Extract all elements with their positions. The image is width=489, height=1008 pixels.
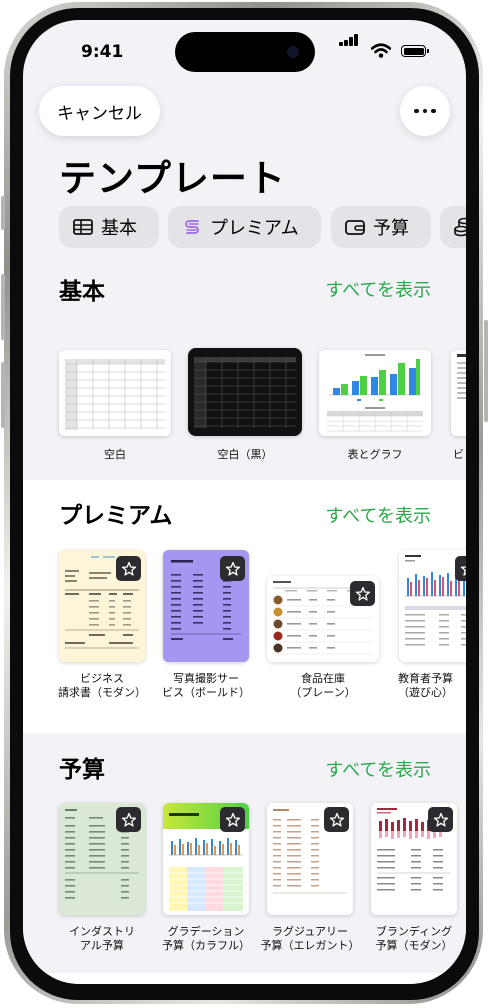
template-blank[interactable] (59, 350, 171, 436)
see-all-premium-link[interactable]: すべてを表示 (325, 502, 431, 528)
table-icon (73, 219, 93, 235)
chip-label: 予算 (373, 218, 409, 239)
section-footer (23, 973, 466, 984)
status-bar: 9:41 (23, 20, 466, 78)
page-title: テンプレート (59, 158, 286, 199)
screen: 9:41 キャンセル テンプレート 基本 プレミアム 予算 基本 すべてを表示 … (23, 20, 466, 984)
coins-icon (454, 217, 466, 237)
chip-premium[interactable]: プレミアム (168, 206, 321, 248)
template-label: ラグジュアリー 予算（エレガント） (260, 925, 360, 952)
template-label: ビ (453, 448, 464, 461)
template-blank-dark[interactable] (188, 348, 302, 436)
premium-badge-icon (455, 556, 466, 581)
see-all-basic-link[interactable]: すべてを表示 (325, 276, 431, 302)
template-label: グラデーション 予算（カラフル） (162, 925, 250, 952)
template-label: 表とグラフ (347, 448, 403, 461)
premium-icon (185, 220, 199, 234)
template-label: インダストリ アル予算 (69, 925, 135, 952)
section-title-budget: 予算 (59, 757, 105, 783)
battery-icon (401, 45, 429, 57)
see-all-budget-link[interactable]: すべてを表示 (325, 756, 431, 782)
template-label: ビジネス 請求書（モダン） (58, 672, 146, 699)
chip-more-category[interactable] (440, 206, 466, 248)
premium-badge-icon (220, 556, 245, 581)
premium-badge-icon (220, 807, 245, 832)
wallet-icon (345, 220, 365, 235)
cancel-button[interactable]: キャンセル (39, 86, 160, 136)
action-button (1, 196, 5, 230)
chip-label: 基本 (101, 218, 137, 239)
premium-badge-icon (116, 556, 141, 581)
chip-budget[interactable]: 予算 (331, 206, 431, 248)
volume-up-button (1, 274, 5, 340)
template-table-and-chart[interactable] (319, 350, 431, 436)
more-button[interactable] (400, 86, 450, 136)
template-label: 空白 (104, 448, 126, 461)
premium-badge-icon (350, 581, 375, 606)
premium-badge-icon (324, 807, 349, 832)
chip-basic[interactable]: 基本 (59, 206, 159, 248)
template-label: 写真撮影サー ビス（ボールド） (162, 672, 250, 699)
premium-badge-icon (116, 807, 141, 832)
power-button (484, 320, 488, 422)
dynamic-island (175, 32, 315, 72)
ellipsis-icon (414, 108, 436, 114)
cancel-label: キャンセル (57, 103, 142, 124)
chip-label: プレミアム (210, 218, 299, 239)
volume-down-button (1, 362, 5, 428)
section-title-basic: 基本 (59, 279, 105, 305)
template-basic-partial[interactable] (451, 350, 466, 436)
template-label: 空白（黒） (217, 448, 273, 461)
template-label: 教育者予算 （遊び心） (398, 672, 453, 699)
status-time: 9:41 (81, 42, 124, 62)
template-label: 食品在庫 （プレーン） (290, 672, 356, 699)
premium-badge-icon (428, 807, 453, 832)
template-label: ブランディング 予算（モダン） (375, 925, 453, 952)
wifi-icon (371, 43, 391, 58)
section-title-premium: プレミアム (59, 503, 173, 529)
